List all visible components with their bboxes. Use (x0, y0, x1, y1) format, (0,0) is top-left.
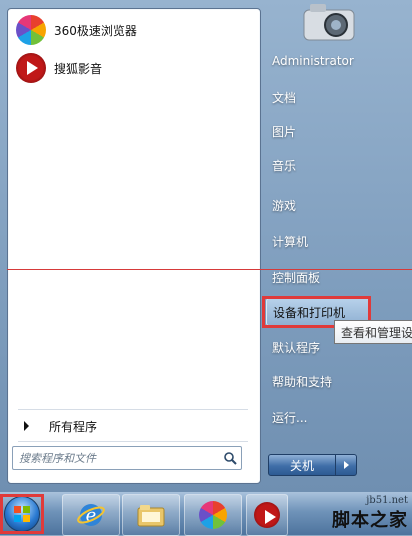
menu-item-label: 默认程序 (272, 340, 321, 355)
programs-pane: 360极速浏览器 搜狐影音 所有程序 (7, 8, 261, 484)
menu-pictures[interactable]: 图片 (266, 118, 392, 144)
watermark-name: 脚本之家 (332, 510, 408, 531)
menu-music[interactable]: 音乐 (266, 152, 392, 178)
separator (18, 441, 248, 442)
360-browser-icon (16, 15, 46, 45)
shutdown-button[interactable]: 关机 (268, 454, 336, 476)
menu-help-and-support[interactable]: 帮助和支持 (266, 368, 392, 394)
separator (18, 409, 248, 410)
menu-item-label: Administrator (272, 54, 354, 68)
menu-computer[interactable]: 计算机 (266, 228, 392, 254)
pinned-app-sohu-video[interactable]: 搜狐影音 (12, 51, 256, 85)
360-browser-icon (199, 501, 227, 529)
menu-games[interactable]: 游戏 (266, 192, 392, 218)
menu-item-label: 音乐 (272, 158, 297, 173)
app-label: 360极速浏览器 (54, 23, 137, 38)
menu-control-panel[interactable]: 控制面板 (266, 264, 392, 290)
internet-explorer-icon: e (77, 504, 105, 526)
taskbar-360-browser[interactable] (184, 494, 242, 536)
menu-item-label: 计算机 (272, 234, 309, 249)
menu-item-label: 图片 (272, 124, 297, 139)
shutdown-options-button[interactable] (335, 454, 357, 476)
taskbar-sohu-video[interactable] (246, 494, 288, 536)
search-icon[interactable] (219, 448, 241, 468)
pinned-app-360-browser[interactable]: 360极速浏览器 (12, 13, 256, 47)
sohu-video-icon (254, 502, 280, 528)
watermark: jb51.net 脚本之家 (332, 495, 408, 532)
annotation-start-box (0, 494, 44, 534)
taskbar-file-explorer[interactable] (122, 494, 180, 536)
menu-default-programs[interactable]: 默认程序 (266, 334, 392, 360)
all-programs-button[interactable]: 所有程序 (16, 415, 97, 437)
app-label: 搜狐影音 (54, 61, 103, 76)
menu-item-label: 运行... (272, 410, 308, 425)
folder-icon (137, 505, 165, 527)
menu-item-label: 文档 (272, 90, 297, 105)
search-input[interactable] (13, 450, 219, 466)
triangle-right-icon (24, 421, 29, 431)
menu-run[interactable]: 运行... (266, 404, 392, 430)
all-programs-label: 所有程序 (49, 419, 98, 434)
menu-item-label: 帮助和支持 (272, 374, 333, 389)
user-picture[interactable] (300, 0, 360, 44)
menu-item-label: 控制面板 (272, 270, 321, 285)
watermark-url: jb51.net (366, 495, 408, 506)
taskbar-internet-explorer[interactable]: e (62, 494, 120, 536)
sohu-video-icon (16, 53, 46, 83)
chevron-right-icon (343, 461, 349, 469)
menu-item-label: 游戏 (272, 198, 297, 213)
menu-user-administrator[interactable]: Administrator (266, 48, 392, 74)
menu-documents[interactable]: 文档 (266, 84, 392, 110)
search-box[interactable] (12, 446, 242, 470)
